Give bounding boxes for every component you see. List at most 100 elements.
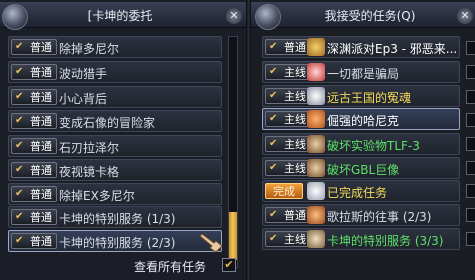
track-quest-checkbox[interactable]: [466, 232, 475, 246]
quest-check-icon: ✔: [15, 235, 24, 246]
quest-type-badge: ✔ 普通: [11, 209, 57, 225]
panel-orb-icon: [2, 4, 28, 30]
quest-type-badge: ✔ 普通: [11, 113, 57, 129]
quest-type-badge: ✔ 普通: [265, 39, 311, 55]
quest-name: 远古王国的冤魂: [327, 91, 412, 105]
commission-quest-row[interactable]: ✔ 普通 除掉多尼尔: [8, 36, 222, 58]
quest-complete-badge: 完成: [265, 183, 303, 199]
quest-name: 变成石像的冒险家: [59, 116, 156, 130]
panel-orb-icon: [255, 4, 281, 30]
track-quest-checkbox[interactable]: [466, 137, 475, 151]
track-quest-checkbox[interactable]: [466, 161, 475, 175]
quest-type-badge: ✔ 普通: [11, 64, 57, 80]
quest-check-icon: ✔: [269, 113, 278, 124]
hand-cursor-icon: [199, 233, 223, 253]
quest-type-badge: ✔ 主线: [265, 231, 311, 247]
quest-check-icon: ✔: [269, 90, 278, 101]
track-quest-checkbox[interactable]: [466, 41, 475, 55]
npc-portrait-icon: [307, 159, 325, 177]
track-quest-checkbox[interactable]: [466, 90, 475, 104]
quest-name: 倔强的哈尼克: [327, 114, 400, 128]
quest-name: 一切都是骗局: [327, 67, 400, 81]
quest-check-icon: ✔: [269, 233, 278, 244]
quest-name: 石刃拉泽尔: [59, 141, 120, 155]
quest-type-badge: ✔ 普通: [11, 89, 57, 105]
quest-check-icon: ✔: [15, 66, 24, 77]
quest-check-icon: ✔: [269, 209, 278, 220]
quest-name: 已完成任务: [327, 186, 388, 200]
quest-type-badge: ✔ 普通: [11, 233, 57, 249]
view-all-quests-checkbox[interactable]: ✔: [222, 258, 236, 272]
quest-type-badge: ✔ 普通: [11, 138, 57, 154]
accepted-quest-row[interactable]: ✔ 主线 破坏GBL巨像: [262, 157, 460, 179]
commission-quest-row[interactable]: ✔ 普通 变成石像的冒险家: [8, 110, 222, 132]
accepted-quest-row[interactable]: ✔ 主线 卡坤的特别服务 (3/3): [262, 228, 460, 250]
track-quest-checkbox[interactable]: [466, 113, 475, 127]
close-icon[interactable]: ✕: [226, 8, 242, 24]
quest-name: 夜视镜卡格: [59, 165, 120, 179]
npc-portrait-icon: [307, 63, 325, 81]
quest-name: 卡坤的特别服务 (1/3): [59, 212, 176, 226]
quest-type-badge: ✔ 主线: [265, 111, 311, 127]
quest-list-scrollbar[interactable]: [228, 36, 238, 268]
commission-title-bar: [卡坤的委托 ✕: [0, 2, 246, 30]
view-all-quests-label: 查看所有任务: [134, 260, 207, 274]
commission-panel: [卡坤的委托 ✕ ✔ 普通 除掉多尼尔 ✔ 普通 波动猎手 ✔ 普通 小心背后 ✔ 普通…: [0, 0, 246, 280]
quest-check-icon: ✔: [15, 188, 24, 199]
quest-name: 破坏GBL巨像: [327, 163, 400, 177]
quest-name: 小心背后: [59, 92, 108, 106]
accepted-quest-row[interactable]: ✔ 普通 歌拉斯的往事 (2/3): [262, 204, 460, 226]
quest-type-badge: ✔ 普通: [11, 162, 57, 178]
quest-type-badge: ✔ 普通: [265, 207, 311, 223]
scrollbar-thumb[interactable]: [229, 212, 237, 260]
quest-check-icon: ✔: [15, 115, 24, 126]
accepted-quest-row[interactable]: ✔ 主线 远古王国的冤魂: [262, 85, 460, 107]
track-quest-checkbox[interactable]: [466, 184, 475, 198]
quest-name: 深渊派对Ep3 - 邪恶来...: [327, 42, 458, 56]
accepted-quest-row[interactable]: ✔ 普通 深渊派对Ep3 - 邪恶来...: [262, 36, 460, 58]
quest-check-icon: ✔: [15, 140, 24, 151]
quest-type-badge: ✔ 主线: [265, 160, 311, 176]
accepted-quests-title-bar: 我接受的任务(Q) ✕: [251, 2, 475, 30]
quest-name: 卡坤的特别服务 (2/3): [59, 236, 176, 250]
commission-quest-row[interactable]: ✔ 普通 石刃拉泽尔: [8, 135, 222, 157]
quest-check-icon: ✔: [269, 138, 278, 149]
npc-portrait-icon: [307, 135, 325, 153]
commission-quest-row[interactable]: ✔ 普通 卡坤的特别服务 (1/3): [8, 206, 222, 228]
track-quest-checkbox[interactable]: [466, 208, 475, 222]
quest-name: 卡坤的特别服务 (3/3): [327, 234, 444, 248]
quest-type-badge: ✔ 普通: [11, 186, 57, 202]
quest-check-icon: ✔: [15, 211, 24, 222]
quest-name: 波动猎手: [59, 67, 108, 81]
track-quest-checkbox[interactable]: [466, 65, 475, 79]
npc-portrait-icon: [307, 182, 325, 200]
quest-name: 歌拉斯的往事 (2/3): [327, 210, 432, 224]
commission-quest-row[interactable]: ✔ 普通 波动猎手: [8, 61, 222, 83]
quest-check-icon: ✔: [269, 162, 278, 173]
commission-quest-row[interactable]: ✔ 普通 除掉EX多尼尔: [8, 183, 222, 205]
quest-check-icon: ✔: [15, 164, 24, 175]
npc-portrait-icon: [307, 206, 325, 224]
quest-check-icon: ✔: [269, 41, 278, 52]
npc-portrait-icon: [307, 38, 325, 56]
quest-type-badge: ✔ 主线: [265, 64, 311, 80]
close-icon[interactable]: ✕: [457, 8, 473, 24]
quest-type-badge: ✔ 主线: [265, 88, 311, 104]
commission-quest-row-selected[interactable]: ✔ 普通 卡坤的特别服务 (2/3): [8, 230, 222, 252]
quest-name: 破坏实验物TLF-3: [327, 139, 420, 153]
quest-check-icon: ✔: [15, 41, 24, 52]
accepted-quest-row[interactable]: 完成 已完成任务: [262, 180, 460, 202]
quest-type-badge: ✔ 普通: [11, 39, 57, 55]
quest-check-icon: ✔: [15, 91, 24, 102]
commission-title: [卡坤的委托: [87, 9, 153, 23]
npc-portrait-icon: [307, 230, 325, 248]
commission-quest-row[interactable]: ✔ 普通 小心背后: [8, 86, 222, 108]
accepted-quest-row[interactable]: ✔ 主线 破坏实验物TLF-3: [262, 133, 460, 155]
commission-quest-row[interactable]: ✔ 普通 夜视镜卡格: [8, 159, 222, 181]
accepted-quest-row-selected[interactable]: ✔ 主线 倔强的哈尼克: [262, 108, 460, 130]
accepted-quests-title: 我接受的任务(Q): [324, 9, 416, 23]
quest-check-icon: ✔: [269, 66, 278, 77]
quest-type-badge: ✔ 主线: [265, 136, 311, 152]
accepted-quest-row[interactable]: ✔ 主线 一切都是骗局: [262, 61, 460, 83]
quest-name: 除掉EX多尼尔: [59, 189, 135, 203]
